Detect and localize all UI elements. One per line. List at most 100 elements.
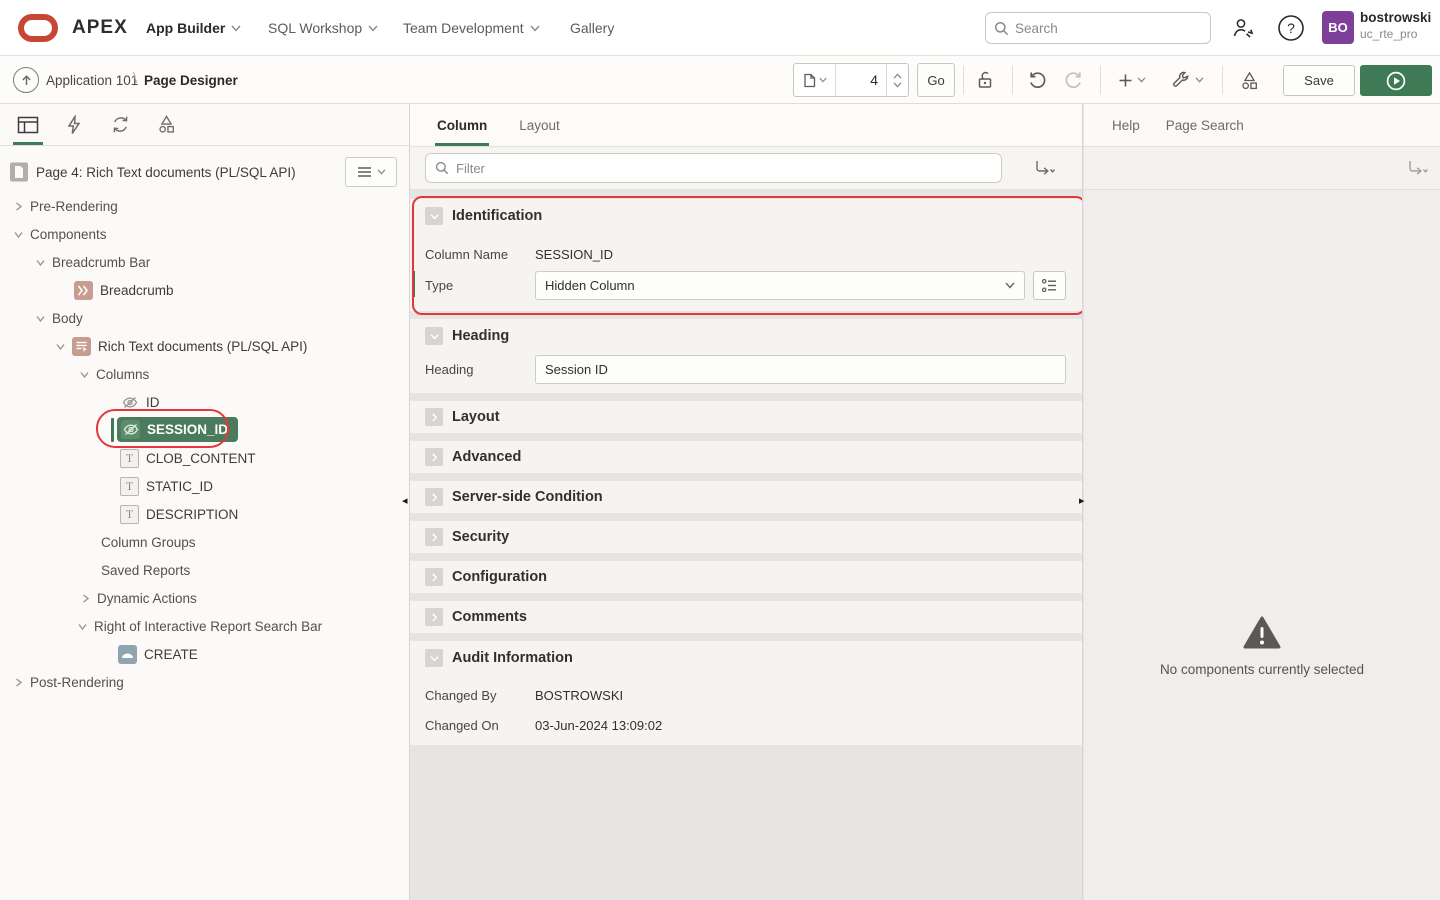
tree-item-label: Saved Reports (101, 563, 190, 578)
quick-pick-list-button[interactable] (1033, 271, 1066, 300)
admin-button[interactable] (1227, 12, 1259, 44)
changed-by-value: BOSTROWSKI (535, 688, 623, 703)
user-info[interactable]: bostrowski uc_rte_pro (1360, 9, 1431, 42)
section-configuration-header[interactable]: Configuration (410, 561, 1082, 593)
section-security-header[interactable]: Security (410, 521, 1082, 553)
section-server-side-condition-header[interactable]: Server-side Condition (410, 481, 1082, 513)
section-advanced-header[interactable]: Advanced (410, 441, 1082, 473)
menu-sql-workshop[interactable]: SQL Workshop (268, 0, 378, 56)
tab-page-search[interactable]: Page Search (1166, 118, 1244, 133)
tree-item-create-button[interactable]: CREATE (0, 640, 409, 668)
tab-page-shared-components[interactable] (150, 106, 182, 144)
search-input[interactable] (1015, 21, 1185, 36)
page-number-stepper[interactable] (886, 64, 908, 96)
field-changed-on: Changed On 03-Jun-2024 13:09:02 (410, 710, 1082, 740)
tree-item-pre-rendering[interactable]: Pre-Rendering (0, 192, 409, 220)
collapse-left-splitter[interactable]: ◂ (402, 496, 408, 507)
tree-item-right-of-ir-search-bar[interactable]: Right of Interactive Report Search Bar (0, 612, 409, 640)
breadcrumb-application[interactable]: Application 101 (46, 73, 138, 88)
expand-icon (425, 608, 443, 626)
section-layout: Layout (410, 401, 1082, 433)
page-finder-button[interactable] (794, 64, 836, 96)
go-to-app-button[interactable] (13, 67, 39, 93)
tree-item-label: Components (30, 227, 107, 242)
tree-menu-button[interactable] (345, 157, 397, 187)
section-title: Identification (452, 208, 542, 224)
save-button[interactable]: Save (1283, 65, 1355, 96)
utilities-menu-button[interactable] (1166, 63, 1210, 97)
tree-item-breadcrumb[interactable]: Breadcrumb (0, 276, 409, 304)
go-to-group-button[interactable] (1396, 153, 1440, 183)
help-button[interactable]: ? (1275, 12, 1307, 44)
rendering-icon (17, 116, 39, 134)
tree-root[interactable]: Page 4: Rich Text documents (PL/SQL API) (0, 152, 409, 192)
type-select[interactable]: Hidden Column (535, 271, 1025, 300)
chevron-down-icon (56, 342, 65, 351)
chevron-down-icon (231, 25, 241, 32)
changed-on-value: 03-Jun-2024 13:09:02 (535, 718, 662, 733)
tab-dynamic-actions[interactable] (58, 106, 90, 144)
collapse-right-splitter[interactable]: ▸ (1079, 496, 1085, 507)
menu-app-builder[interactable]: App Builder (146, 0, 241, 56)
section-comments-header[interactable]: Comments (410, 601, 1082, 633)
field-changed-by: Changed By BOSTROWSKI (410, 680, 1082, 710)
no-selection-message: No components currently selected (1084, 191, 1440, 900)
shared-components-button[interactable] (1232, 63, 1266, 97)
tab-layout[interactable]: Layout (517, 118, 562, 146)
section-title: Security (452, 529, 509, 545)
page-icon (803, 73, 816, 88)
tab-processing[interactable] (104, 106, 136, 144)
heading-input[interactable] (535, 355, 1066, 384)
breadcrumb-page-designer: Page Designer (144, 73, 238, 88)
tree-item-body[interactable]: Body (0, 304, 409, 332)
right-panel-tabs: Help Page Search (1084, 104, 1440, 147)
section-heading: Heading Heading (410, 319, 1082, 393)
tree-item-column-session-id[interactable]: SESSION_ID (0, 416, 409, 444)
tree-item-columns[interactable]: Columns (0, 360, 409, 388)
section-identification-header[interactable]: Identification (410, 199, 1082, 233)
tab-rendering[interactable] (12, 106, 44, 144)
undo-button[interactable] (1020, 63, 1054, 97)
tab-column[interactable]: Column (435, 118, 489, 146)
filter-field[interactable] (425, 153, 1002, 183)
run-page-button[interactable] (1360, 65, 1432, 96)
tree-item-breadcrumb-bar[interactable]: Breadcrumb Bar (0, 248, 409, 276)
avatar[interactable]: BO (1322, 11, 1354, 44)
tree-item-column-description[interactable]: T DESCRIPTION (0, 500, 409, 528)
tree-item-post-rendering[interactable]: Post-Rendering (0, 668, 409, 696)
go-to-group-button[interactable] (1023, 153, 1067, 183)
tree-item-label: Breadcrumb Bar (52, 255, 150, 270)
global-search[interactable] (985, 12, 1211, 44)
create-menu-button[interactable] (1110, 63, 1154, 97)
tab-help[interactable]: Help (1112, 118, 1140, 133)
tree-item-dynamic-actions[interactable]: Dynamic Actions (0, 584, 409, 612)
menu-team-development[interactable]: Team Development (403, 0, 540, 56)
filter-input[interactable] (456, 161, 956, 176)
tree-item-saved-reports[interactable]: Saved Reports (0, 556, 409, 584)
help-panel: Help Page Search No components currently… (1084, 104, 1440, 900)
selected-node[interactable]: SESSION_ID (117, 417, 238, 442)
tree-item-label: CREATE (144, 647, 198, 662)
tree-item-label: Column Groups (101, 535, 196, 550)
tree-item-components[interactable]: Components (0, 220, 409, 248)
menu-gallery[interactable]: Gallery (570, 0, 614, 56)
tree-item-column-groups[interactable]: Column Groups (0, 528, 409, 556)
tree-item-column-id[interactable]: ID (0, 388, 409, 416)
lock-page-button[interactable] (968, 63, 1002, 97)
section-identification: Identification Column Name SESSION_ID Ty… (410, 199, 1082, 311)
tree-item-column-static-id[interactable]: T STATIC_ID (0, 472, 409, 500)
field-label: Changed By (425, 688, 535, 703)
field-label: Heading (425, 362, 535, 377)
section-layout-header[interactable]: Layout (410, 401, 1082, 433)
redo-button[interactable] (1056, 63, 1090, 97)
menu-label: Team Development (403, 20, 524, 36)
tree-item-column-clob-content[interactable]: T CLOB_CONTENT (0, 444, 409, 472)
tree-item-rich-text-region[interactable]: Rich Text documents (PL/SQL API) (0, 332, 409, 360)
menu-label: SQL Workshop (268, 20, 362, 36)
page-icon (8, 161, 30, 183)
page-number-input[interactable] (836, 64, 886, 96)
section-audit-header[interactable]: Audit Information (410, 641, 1082, 675)
goto-group-icon (1034, 159, 1056, 177)
go-button[interactable]: Go (917, 63, 955, 97)
section-heading-header[interactable]: Heading (410, 319, 1082, 353)
